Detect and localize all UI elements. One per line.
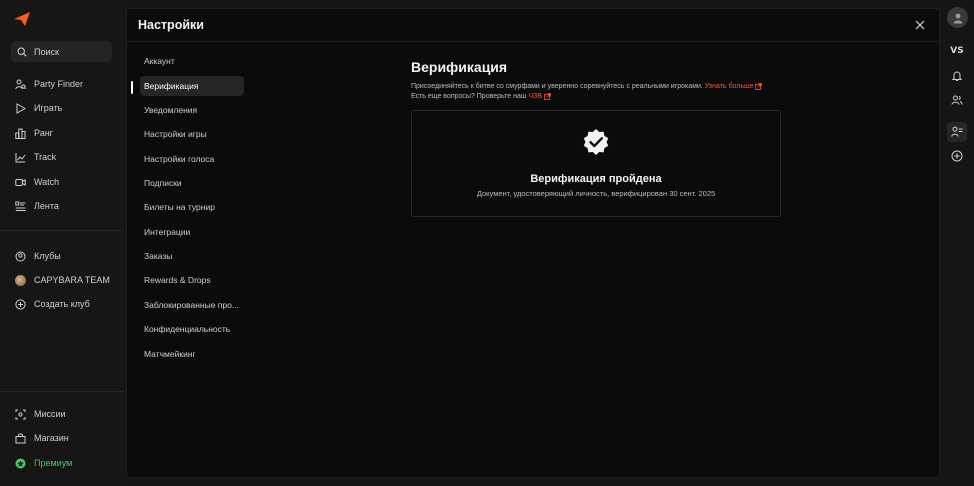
nav-track-label: Track: [34, 152, 57, 162]
user-icon: [953, 13, 962, 23]
verification-status-card: Верификация пройдена Документ, удостовер…: [411, 110, 781, 217]
settings-tab-orders[interactable]: Заказы: [140, 246, 244, 266]
settings-tab-matchmaking[interactable]: Матчмейкинг: [140, 344, 244, 364]
nav-create-club[interactable]: Создать клуб: [15, 297, 90, 311]
description-line-1: Присоединяйтесь к битве со смурфами и ув…: [411, 83, 763, 90]
club-avatar: [15, 274, 26, 286]
nav-club-capybara[interactable]: CAPYBARA TEAM: [15, 273, 110, 287]
nav-party-finder[interactable]: Party Finder: [15, 77, 83, 91]
settings-tab-verification[interactable]: Верификация: [140, 76, 244, 96]
external-link-icon: [755, 83, 763, 90]
modal-header: Настройки: [127, 9, 939, 42]
nav-feed[interactable]: Лента: [15, 199, 59, 213]
nav-play[interactable]: Играть: [15, 101, 62, 115]
faq-link[interactable]: ЧЗВ: [528, 93, 551, 100]
faq-label: ЧЗВ: [528, 93, 543, 100]
vs-button[interactable]: VS: [947, 41, 967, 61]
settings-tab-voice-settings[interactable]: Настройки голоса: [140, 149, 244, 169]
settings-tab-game-settings[interactable]: Настройки игры: [140, 124, 244, 144]
nav-rank-label: Ранг: [34, 128, 53, 138]
active-tab-marker: [131, 81, 133, 94]
search-button[interactable]: Поиск: [11, 41, 112, 62]
settings-tab-subscriptions[interactable]: Подписки: [140, 173, 244, 193]
description-line-2: Есть еще вопросы? Проверьте наш ЧЗВ: [411, 93, 551, 100]
party-finder-icon: [15, 79, 26, 89]
watch-icon: [15, 178, 26, 186]
nav-clubs[interactable]: Клубы: [15, 249, 61, 263]
settings-tab-integrations[interactable]: Интеграции: [140, 222, 244, 242]
settings-tab-tournament-tickets[interactable]: Билеты на турнир: [140, 197, 244, 217]
modal-title: Настройки: [138, 18, 204, 32]
settings-tab-notifications[interactable]: Уведомления: [140, 100, 244, 120]
search-icon: [17, 46, 27, 57]
nav-clubs-label: Клубы: [34, 251, 61, 261]
feed-icon: [15, 201, 26, 211]
bell-icon: [951, 71, 963, 81]
verified-badge-icon: [583, 129, 609, 155]
left-sidebar: Поиск Party Finder Играть Ранг Track Wat…: [0, 0, 124, 486]
vs-label: VS: [950, 46, 964, 56]
settings-tab-privacy[interactable]: Конфиденциальность: [140, 319, 244, 339]
verification-status-detail: Документ, удостоверяющий личность, вериф…: [476, 189, 716, 198]
external-link-icon: [544, 93, 551, 100]
close-button[interactable]: [913, 18, 927, 32]
user-avatar[interactable]: [947, 7, 968, 28]
nav-rank[interactable]: Ранг: [15, 126, 53, 140]
close-icon: [915, 20, 925, 30]
nav-shop[interactable]: Магазин: [15, 431, 69, 445]
search-label: Поиск: [34, 46, 59, 57]
nav-watch[interactable]: Watch: [15, 175, 59, 189]
nav-create-club-label: Создать клуб: [34, 299, 90, 309]
add-button[interactable]: [947, 146, 967, 166]
nav-missions[interactable]: Миссии: [15, 407, 66, 421]
nav-shop-label: Магазин: [34, 433, 69, 443]
right-rail: VS: [940, 0, 974, 486]
sidebar-divider-bottom: [0, 391, 124, 392]
sidebar-divider: [0, 230, 124, 231]
faceit-logo-icon[interactable]: [14, 12, 30, 26]
friends-icon: [951, 95, 963, 105]
description-text: Присоединяйтесь к битве со смурфами и ув…: [411, 83, 703, 90]
track-icon: [15, 152, 26, 162]
verification-status-title: Верификация пройдена: [530, 173, 662, 185]
notifications-button[interactable]: [947, 66, 967, 86]
party-finder-icon: [951, 126, 963, 137]
nav-feed-label: Лента: [34, 201, 59, 211]
party-button[interactable]: [947, 122, 967, 142]
nav-missions-label: Миссии: [34, 409, 66, 419]
nav-premium[interactable]: Премиум: [15, 456, 72, 470]
section-title: Верификация: [411, 59, 508, 75]
play-icon: [16, 102, 26, 114]
settings-tab-account[interactable]: Аккаунт: [140, 51, 244, 71]
nav-watch-label: Watch: [34, 177, 60, 187]
settings-tab-rewards-drops[interactable]: Rewards & Drops: [140, 270, 244, 290]
settings-tab-blocked[interactable]: Заблокированные про...: [140, 295, 244, 315]
learn-more-link[interactable]: Узнать больше: [705, 83, 763, 90]
premium-icon: [15, 458, 26, 468]
add-circle-icon: [951, 150, 963, 162]
clubs-icon: [15, 251, 26, 261]
learn-more-label: Узнать больше: [704, 83, 754, 90]
nav-track[interactable]: Track: [15, 150, 56, 164]
settings-modal: Настройки Аккаунт Верификация Уведомлени…: [126, 8, 940, 478]
nav-club-capybara-label: CAPYBARA TEAM: [34, 275, 110, 285]
faq-prompt: Есть еще вопросы? Проверьте наш: [411, 93, 527, 100]
friends-button[interactable]: [947, 90, 967, 110]
add-circle-icon: [15, 298, 26, 310]
nav-play-label: Играть: [34, 103, 63, 113]
nav-party-finder-label: Party Finder: [34, 79, 84, 89]
rank-icon: [15, 128, 26, 139]
missions-icon: [15, 409, 26, 419]
shop-icon: [15, 432, 26, 443]
nav-premium-label: Премиум: [34, 458, 73, 468]
